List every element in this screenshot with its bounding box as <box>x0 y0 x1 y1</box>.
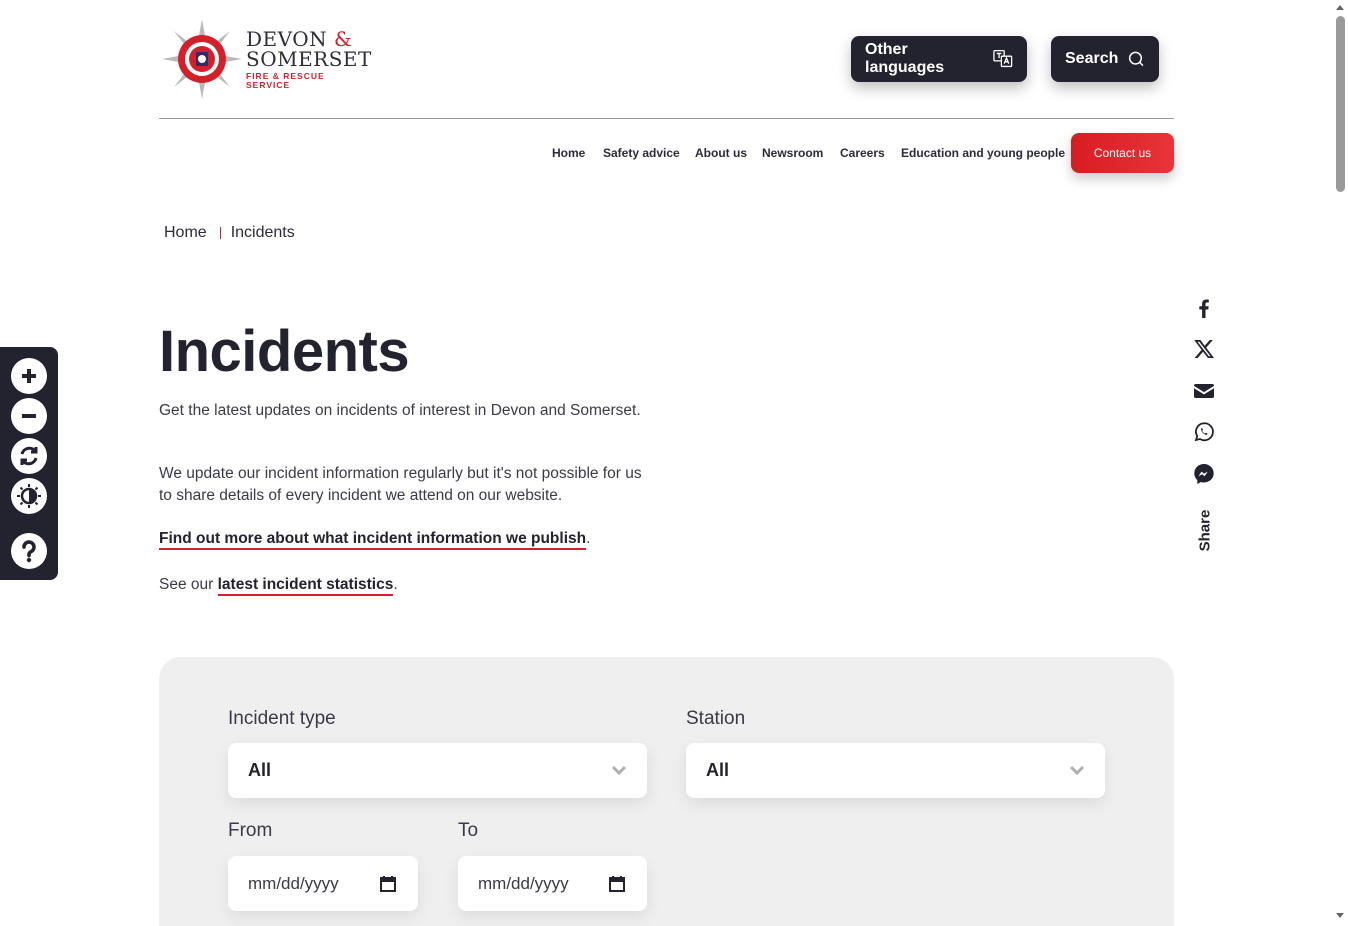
from-date-label: From <box>228 820 273 841</box>
site-logo[interactable]: DEVON & SOMERSET FIRE & RESCUE SERVICE <box>162 18 371 100</box>
chevron-down-icon <box>1069 765 1085 776</box>
nav-item-education[interactable]: Education and young people <box>901 146 1065 160</box>
nav-item-newsroom[interactable]: Newsroom <box>762 146 823 160</box>
intro-paragraph-1: Get the latest updates on incidents of i… <box>159 402 641 419</box>
incident-statistics-link[interactable]: latest incident statistics <box>217 576 394 596</box>
breadcrumb: Home Incidents <box>164 224 295 242</box>
stats-prefix: See our <box>159 576 218 593</box>
calendar-icon[interactable] <box>380 875 396 892</box>
breadcrumb-current: Incidents <box>230 224 295 241</box>
station-label: Station <box>686 708 746 729</box>
scroll-up-arrow-icon[interactable] <box>1336 5 1344 10</box>
search-icon <box>1129 51 1144 67</box>
page-scrollbar[interactable] <box>1333 0 1348 926</box>
page-title: Incidents <box>159 319 410 384</box>
contrast-icon[interactable] <box>11 478 47 514</box>
chevron-down-icon <box>611 765 627 776</box>
facebook-icon[interactable] <box>1192 296 1216 320</box>
search-label: Search <box>1065 50 1119 67</box>
search-button[interactable]: Search <box>1051 36 1159 82</box>
help-icon[interactable] <box>11 533 47 569</box>
fire-service-badge-icon <box>162 19 242 99</box>
incident-type-label: Incident type <box>228 708 336 729</box>
messenger-icon[interactable] <box>1192 462 1216 486</box>
stats-suffix: . <box>393 576 398 593</box>
whatsapp-icon[interactable] <box>1192 420 1216 444</box>
logo-tagline: FIRE & RESCUE SERVICE <box>246 71 325 90</box>
incident-info-link[interactable]: Find out more about what incident inform… <box>159 530 587 550</box>
breadcrumb-separator <box>219 227 221 239</box>
zoom-out-icon[interactable] <box>11 398 47 434</box>
nav-item-careers[interactable]: Careers <box>840 146 885 160</box>
station-value: All <box>706 760 730 780</box>
nav-item-home[interactable]: Home <box>552 146 585 160</box>
reset-icon[interactable] <box>11 438 47 474</box>
nav-item-safety-advice[interactable]: Safety advice <box>603 146 680 160</box>
statistics-paragraph: See our latest incident statistics. <box>159 574 649 596</box>
intro-paragraph-2: We update our incident information regul… <box>159 465 642 504</box>
from-date-placeholder: mm/dd/yyyy <box>248 873 339 893</box>
to-date-field[interactable]: mm/dd/yyyy <box>458 856 647 911</box>
breadcrumb-home[interactable]: Home <box>164 224 207 242</box>
incident-type-value: All <box>248 760 272 780</box>
calendar-icon[interactable] <box>609 875 625 892</box>
share-label: Share <box>1196 509 1214 552</box>
incident-filter-panel: Incident type All Station All From mm/dd… <box>159 657 1174 926</box>
incident-info-paragraph: Find out more about what incident inform… <box>159 528 649 550</box>
email-icon[interactable] <box>1192 379 1216 403</box>
incident-type-select[interactable]: All <box>228 743 647 798</box>
zoom-in-icon[interactable] <box>11 358 47 394</box>
link-suffix: . <box>586 530 591 547</box>
header-divider <box>159 118 1174 119</box>
other-languages-label: Other languages <box>865 41 945 76</box>
other-languages-button[interactable]: Other languages <box>851 36 1027 82</box>
accessibility-toolbar <box>0 347 58 580</box>
scrollbar-thumb[interactable] <box>1336 16 1345 192</box>
to-date-label: To <box>458 820 479 841</box>
contact-us-button[interactable]: Contact us <box>1071 133 1174 173</box>
translate-icon <box>992 49 1012 68</box>
x-icon[interactable] <box>1192 337 1216 361</box>
logo-text-devon: DEVON & <box>246 27 353 51</box>
station-select[interactable]: All <box>686 743 1105 798</box>
logo-text-somerset: SOMERSET <box>246 47 372 71</box>
to-date-placeholder: mm/dd/yyyy <box>478 873 569 893</box>
nav-item-about-us[interactable]: About us <box>695 146 747 160</box>
from-date-field[interactable]: mm/dd/yyyy <box>228 856 418 911</box>
scroll-down-arrow-icon[interactable] <box>1336 913 1344 918</box>
